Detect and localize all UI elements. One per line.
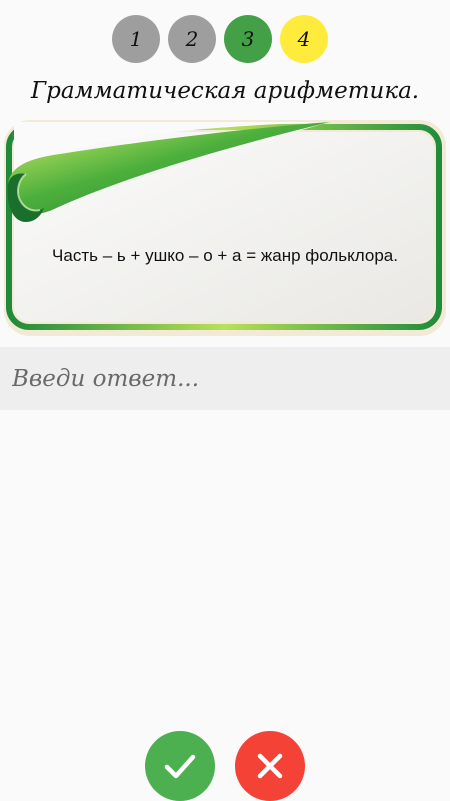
step-3[interactable]: 3 (224, 15, 272, 63)
answer-bar (0, 347, 450, 410)
page-title: Грамматическая арифметика. (30, 78, 420, 104)
close-icon (257, 753, 283, 779)
riddle-card: Часть – ь + ушко – о + а = жанр фольклор… (0, 118, 450, 340)
progress-stepper: 1 2 3 4 (112, 15, 328, 63)
step-1[interactable]: 1 (112, 15, 160, 63)
answer-input[interactable] (0, 347, 450, 410)
check-icon (164, 754, 196, 779)
step-4[interactable]: 4 (280, 15, 328, 63)
step-2[interactable]: 2 (168, 15, 216, 63)
card-frame-graphic (4, 120, 446, 336)
confirm-button[interactable] (145, 731, 215, 801)
riddle-text: Часть – ь + ушко – о + а = жанр фольклор… (52, 246, 398, 265)
cancel-button[interactable] (235, 731, 305, 801)
